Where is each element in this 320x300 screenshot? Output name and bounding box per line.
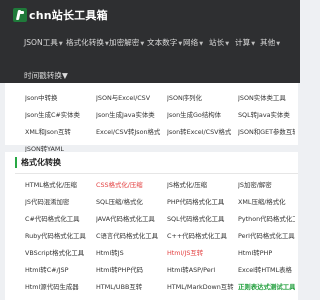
chevron-down-icon: ▼ <box>251 40 256 47</box>
tool-link[interactable]: SQL转Java实体类 <box>238 107 295 124</box>
tool-link[interactable]: HTML格式化/压缩 <box>25 177 96 194</box>
tool-link[interactable]: C语言代码格式化工具 <box>96 228 167 245</box>
logo-icon <box>13 8 27 22</box>
tool-link[interactable]: SQL压缩/格式化 <box>96 194 167 211</box>
section-header: 格式化转换 <box>15 157 61 168</box>
tool-link[interactable]: JS加密/解密 <box>238 177 295 194</box>
tool-link[interactable]: CSS格式化/压缩 <box>96 177 167 194</box>
nav-item-format[interactable]: 格式化转换▼ <box>66 37 109 48</box>
chevron-down-icon: ▼ <box>140 40 145 47</box>
tool-link[interactable]: C#代码格式化工具 <box>25 211 96 228</box>
tool-link[interactable]: VBScript格式化工具 <box>25 245 96 262</box>
tool-link[interactable]: Html转JS <box>96 245 167 262</box>
json-tools-grid: Json中转换 JSON与Excel/CSV JSON序列化 JSON实体类工具 Jso… <box>25 90 295 158</box>
tool-link[interactable]: Json转Excel/CSV格式 <box>167 124 238 141</box>
tool-link[interactable]: Excel转HTML表格 <box>238 262 295 279</box>
json-tools-card: Json中转换 JSON与Excel/CSV JSON序列化 JSON实体类工具 Jso… <box>5 83 298 153</box>
nav-item-other[interactable]: 其他▼ <box>260 37 280 48</box>
tool-link[interactable]: Json生成C#实体类 <box>25 107 96 124</box>
nav-item-calc[interactable]: 计算▼ <box>235 37 255 48</box>
tool-link[interactable]: 正则表达式测试工具 <box>238 279 295 296</box>
tool-link[interactable]: Excel/CSV转Json格式 <box>96 124 167 141</box>
format-tools-card: 格式化转换 HTML格式化/压缩 CSS格式化/压缩 JS格式化/压缩 JS加密/解密… <box>5 152 298 300</box>
nav-item-webmaster[interactable]: 站长▼ <box>209 37 229 48</box>
tool-link[interactable]: SQL代码格式化工具 <box>167 211 238 228</box>
tool-link[interactable]: C++代码格式化工具 <box>167 228 238 245</box>
nav-item-text[interactable]: 文本数字▼ <box>147 37 182 48</box>
tool-link[interactable]: Perl代码格式化工具 <box>238 228 295 245</box>
secondary-nav: 时间戳转换▼ <box>24 63 68 82</box>
tool-link[interactable]: Html转PHP <box>238 245 295 262</box>
section-divider <box>15 173 298 174</box>
section-accent-bar <box>15 157 17 168</box>
tool-link[interactable]: JAVA代码格式化工具 <box>96 211 167 228</box>
main-nav: JSON工具▼ 格式化转换▼ 加密解密▼ 文本数字▼ 网络▼ 站长▼ 计算▼ 其… <box>0 32 300 52</box>
tool-link[interactable]: JS格式化/压缩 <box>167 177 238 194</box>
nav-item-json[interactable]: JSON工具▼ <box>24 37 63 48</box>
chevron-down-icon: ▼ <box>276 40 281 47</box>
nav-item-timestamp[interactable]: 时间戳转换▼ <box>24 71 68 80</box>
tool-link[interactable]: PHP代码格式化工具 <box>167 194 238 211</box>
tool-link[interactable]: JSON与Excel/CSV <box>96 90 167 107</box>
tool-link[interactable]: Html源代码生成器 <box>25 279 96 296</box>
nav-item-network[interactable]: 网络▼ <box>183 37 203 48</box>
tool-link[interactable]: Html/JS互转 <box>167 245 238 262</box>
chevron-down-icon: ▼ <box>61 71 68 80</box>
tool-link[interactable]: Html转C#/JSP <box>25 262 96 279</box>
chevron-down-icon: ▼ <box>58 40 63 47</box>
tool-link[interactable]: JSON序列化 <box>167 90 238 107</box>
tool-link[interactable]: JS代码混淆加密 <box>25 194 96 211</box>
tool-link[interactable]: Json生成Go结构体 <box>167 107 238 124</box>
tool-link[interactable]: XML和Json互转 <box>25 124 96 141</box>
top-header: chn站长工具箱 JSON工具▼ 格式化转换▼ 加密解密▼ 文本数字▼ 网络▼ … <box>0 0 300 83</box>
nav-item-crypto[interactable]: 加密解密▼ <box>109 37 144 48</box>
tool-link[interactable]: Json生成Java实体类 <box>96 107 167 124</box>
tool-link[interactable]: Python代码格式化工具 <box>238 211 295 228</box>
site-logo[interactable]: chn站长工具箱 <box>13 7 108 23</box>
tool-link[interactable]: JSON和GET参数互转 <box>238 124 295 141</box>
chevron-down-icon: ▼ <box>178 40 183 47</box>
tool-link[interactable]: Html转ASP/Perl <box>167 262 238 279</box>
tool-link[interactable]: Ruby代码格式化工具 <box>25 228 96 245</box>
chevron-down-icon: ▼ <box>199 40 204 47</box>
tool-link[interactable]: Json中转换 <box>25 90 96 107</box>
chevron-down-icon: ▼ <box>225 40 230 47</box>
section-title: 格式化转换 <box>21 158 61 167</box>
format-tools-grid: HTML格式化/压缩 CSS格式化/压缩 JS格式化/压缩 JS加密/解密 JS代码混淆… <box>25 177 295 296</box>
tool-link[interactable]: HTML/MarkDown互转 <box>167 279 238 296</box>
tool-link[interactable]: XML压缩/格式化 <box>238 194 295 211</box>
tool-link[interactable]: JSON实体类工具 <box>238 90 295 107</box>
tool-link[interactable]: Html转PHP代码 <box>96 262 167 279</box>
logo-text: chn站长工具箱 <box>29 9 108 22</box>
tool-link[interactable]: HTML/UBB互转 <box>96 279 167 296</box>
